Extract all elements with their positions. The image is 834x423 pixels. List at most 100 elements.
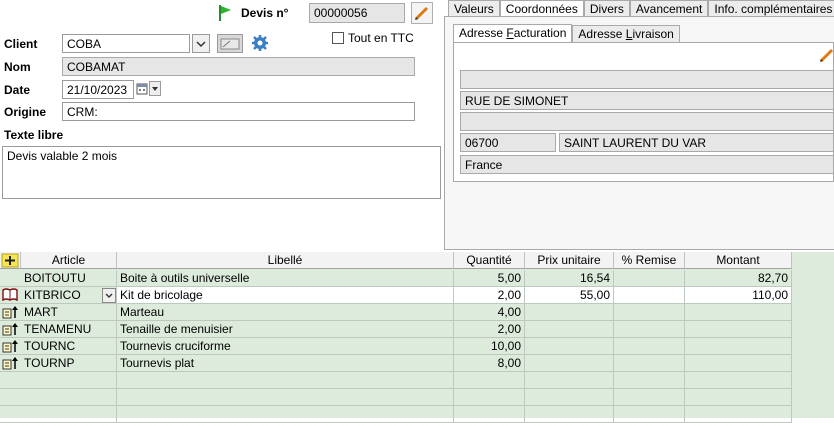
cell-prix[interactable]: 55,00	[525, 287, 614, 304]
empty-table-row[interactable]	[0, 406, 834, 423]
cell-montant[interactable]: 82,70	[685, 270, 792, 287]
date-field[interactable]: 21/10/2023	[62, 80, 134, 99]
address-tabs: Adresse Facturation Adresse Livraison	[453, 24, 680, 42]
cell-remise[interactable]	[614, 304, 685, 321]
tab-info-complementaires[interactable]: Info. complémentaires	[708, 0, 834, 17]
cell-article[interactable]: MART	[21, 304, 117, 321]
cell-prix[interactable]	[525, 372, 614, 389]
client-dropdown-button[interactable]	[192, 34, 210, 53]
cell-quantite[interactable]: 5,00	[454, 270, 525, 287]
settings-gear-icon[interactable]	[251, 34, 269, 52]
cell-libelle[interactable]: Tournevis plat	[117, 355, 454, 372]
cell-article[interactable]: TENAMENU	[21, 321, 117, 338]
cell-quantite[interactable]: 10,00	[454, 338, 525, 355]
address-line3-field[interactable]	[460, 112, 834, 131]
cell-quantite[interactable]: 2,00	[454, 321, 525, 338]
devis-number-field[interactable]: 00000056	[309, 3, 405, 23]
col-header-prix-unitaire[interactable]: Prix unitaire	[525, 252, 614, 269]
col-header-libelle[interactable]: Libellé	[117, 252, 454, 269]
cell-montant[interactable]	[685, 406, 792, 423]
table-row[interactable]: BOITOUTU Boite à outils universelle 5,00 16…	[0, 270, 834, 287]
calendar-icon[interactable]	[136, 81, 148, 96]
cell-montant[interactable]	[685, 338, 792, 355]
table-row[interactable]: MART Marteau 4,00	[0, 304, 834, 321]
cell-libelle[interactable]	[117, 372, 454, 389]
cell-libelle[interactable]: Marteau	[117, 304, 454, 321]
origine-field[interactable]: CRM:	[62, 102, 415, 121]
cell-article[interactable]: BOITOUTU	[21, 270, 117, 287]
card-icon[interactable]	[217, 34, 243, 53]
cell-article[interactable]	[21, 389, 117, 406]
cell-remise[interactable]	[614, 355, 685, 372]
texte-libre-textarea[interactable]: Devis valable 2 mois	[2, 146, 441, 199]
add-line-button[interactable]	[0, 252, 21, 269]
cell-remise[interactable]	[614, 406, 685, 423]
tab-valeurs[interactable]: Valeurs	[448, 0, 500, 17]
postal-code-field[interactable]: 06700	[460, 133, 556, 152]
table-row[interactable]: TENAMENU Tenaille de menuisier 2,00	[0, 321, 834, 338]
cell-prix[interactable]	[525, 304, 614, 321]
cell-article[interactable]	[21, 406, 117, 423]
col-header-article[interactable]: Article	[21, 252, 117, 269]
cell-libelle[interactable]	[117, 389, 454, 406]
cell-libelle[interactable]	[117, 406, 454, 423]
cell-quantite[interactable]	[454, 406, 525, 423]
edit-pencil-icon[interactable]	[411, 2, 433, 24]
tab-adresse-livraison[interactable]: Adresse Livraison	[572, 25, 680, 42]
cell-article[interactable]: TOURNP	[21, 355, 117, 372]
cell-remise[interactable]	[614, 270, 685, 287]
cell-montant[interactable]	[685, 372, 792, 389]
cell-prix[interactable]	[525, 389, 614, 406]
cell-montant[interactable]	[685, 389, 792, 406]
cell-quantite[interactable]: 2,00	[454, 287, 525, 304]
cell-remise[interactable]	[614, 338, 685, 355]
cell-article[interactable]	[21, 372, 117, 389]
origine-label: Origine	[4, 105, 47, 119]
cell-quantite[interactable]: 8,00	[454, 355, 525, 372]
tab-adresse-facturation[interactable]: Adresse Facturation	[453, 24, 573, 42]
address-edit-pencil-icon[interactable]	[818, 48, 834, 64]
col-header-remise[interactable]: % Remise	[614, 252, 685, 269]
cell-article[interactable]: TOURNC	[21, 338, 117, 355]
empty-table-row[interactable]	[0, 389, 834, 406]
cell-prix[interactable]	[525, 406, 614, 423]
article-dropdown-button[interactable]	[102, 288, 116, 303]
date-dropdown-button[interactable]	[149, 81, 161, 96]
address-line2-field[interactable]: RUE DE SIMONET	[460, 91, 834, 110]
client-label: Client	[4, 37, 38, 51]
col-header-quantite[interactable]: Quantité	[454, 252, 525, 269]
city-field[interactable]: SAINT LAURENT DU VAR	[559, 133, 834, 152]
ttc-checkbox[interactable]	[332, 32, 344, 44]
cell-remise[interactable]	[614, 321, 685, 338]
cell-prix[interactable]	[525, 321, 614, 338]
cell-montant[interactable]	[685, 304, 792, 321]
client-field[interactable]: COBA	[62, 34, 190, 53]
cell-remise[interactable]	[614, 389, 685, 406]
cell-remise[interactable]	[614, 372, 685, 389]
cell-montant[interactable]	[685, 321, 792, 338]
empty-table-row[interactable]	[0, 372, 834, 389]
cell-libelle[interactable]: Tournevis cruciforme	[117, 338, 454, 355]
tab-avancement[interactable]: Avancement	[629, 0, 709, 17]
table-row[interactable]: TOURNP Tournevis plat 8,00	[0, 355, 834, 372]
cell-libelle[interactable]: Kit de bricolage	[117, 287, 454, 304]
tab-divers[interactable]: Divers	[583, 0, 630, 17]
cell-prix[interactable]: 16,54	[525, 270, 614, 287]
nom-field[interactable]: COBAMAT	[62, 57, 415, 76]
table-row[interactable]: KITBRICO Kit de bricolage 2,00 55,00 110,00	[0, 287, 834, 304]
cell-quantite[interactable]	[454, 389, 525, 406]
cell-libelle[interactable]: Tenaille de menuisier	[117, 321, 454, 338]
cell-prix[interactable]	[525, 338, 614, 355]
cell-remise[interactable]	[614, 287, 685, 304]
country-field[interactable]: France	[460, 155, 834, 174]
cell-quantite[interactable]	[454, 372, 525, 389]
cell-montant[interactable]: 110,00	[685, 287, 792, 304]
col-header-montant[interactable]: Montant	[685, 252, 792, 269]
cell-montant[interactable]	[685, 355, 792, 372]
address-line1-field[interactable]	[460, 70, 834, 89]
cell-libelle[interactable]: Boite à outils universelle	[117, 270, 454, 287]
table-row[interactable]: TOURNC Tournevis cruciforme 10,00	[0, 338, 834, 355]
ttc-label: Tout en TTC	[348, 31, 414, 45]
cell-quantite[interactable]: 4,00	[454, 304, 525, 321]
cell-prix[interactable]	[525, 355, 614, 372]
